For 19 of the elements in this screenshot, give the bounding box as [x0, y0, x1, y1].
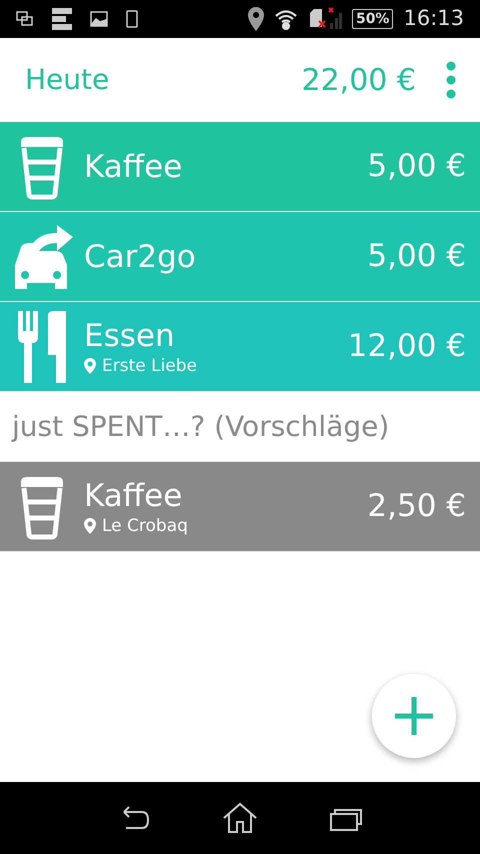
- location-label: Le Crobaq: [102, 516, 188, 536]
- day-title: Heute: [25, 62, 110, 98]
- expense-row[interactable]: Kaffee Le Crobaq 2,50 €: [0, 462, 480, 552]
- clock: 16:13: [403, 5, 464, 32]
- expense-amount: 5,00 €: [367, 237, 466, 276]
- battery-indicator: 50%: [352, 9, 394, 29]
- expense-amount: 5,00 €: [367, 147, 466, 186]
- expense-name: Essen: [84, 318, 176, 354]
- day-total: 22,00 €: [301, 62, 416, 100]
- suggestions-heading: just SPENT…? (Vorschläge): [12, 408, 390, 444]
- location-label: Erste Liebe: [102, 356, 198, 376]
- expense-name: Car2go: [84, 238, 197, 274]
- expense-name: Kaffee: [84, 148, 184, 184]
- expense-row[interactable]: Essen Erste Liebe 12,00 €: [0, 302, 480, 392]
- expense-name: Kaffee: [84, 478, 184, 514]
- expense-row[interactable]: Kaffee 5,00 €: [0, 122, 480, 212]
- expense-amount: 12,00 €: [348, 327, 466, 366]
- expense-row[interactable]: Car2go 5,00 €: [0, 212, 480, 302]
- expense-amount: 2,50 €: [367, 487, 466, 526]
